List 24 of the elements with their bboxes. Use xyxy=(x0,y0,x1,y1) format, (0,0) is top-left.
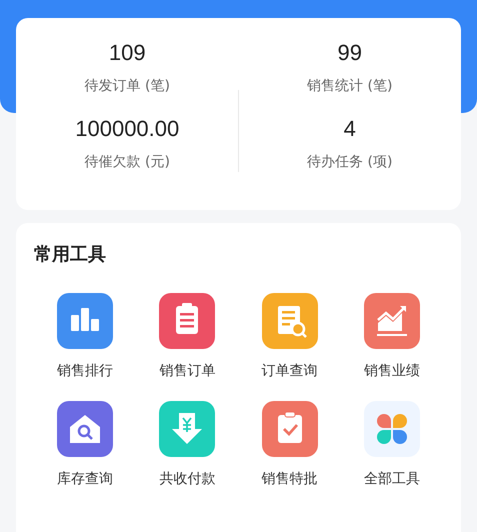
stat-value: 4 xyxy=(344,116,356,142)
tool-label[interactable]: 销售排行 xyxy=(57,361,114,381)
tool-label[interactable]: 全部工具 xyxy=(364,469,420,489)
document-search-icon[interactable] xyxy=(262,293,318,349)
tool-label[interactable]: 订单查询 xyxy=(262,361,318,381)
house-search-icon[interactable] xyxy=(57,401,114,457)
tool-label[interactable]: 销售业绩 xyxy=(364,361,420,381)
podium-icon[interactable] xyxy=(57,293,114,349)
stat-label: 待发订单 (笔) xyxy=(84,77,170,96)
clipboard-icon[interactable] xyxy=(159,293,216,349)
tool-label[interactable]: 库存查询 xyxy=(57,469,114,489)
stat-value: 100000.00 xyxy=(75,116,180,142)
tool-label[interactable]: 共收付款 xyxy=(159,469,216,489)
clipboard-check-icon[interactable] xyxy=(262,401,318,457)
stat-label: 销售统计 (笔) xyxy=(307,77,392,96)
stat-value: 109 xyxy=(108,40,146,66)
stat-label: 待办任务 (项) xyxy=(307,153,392,172)
trend-chart-icon[interactable] xyxy=(364,293,420,349)
section-title: 常用工具 xyxy=(34,243,106,267)
stat-value: 99 xyxy=(338,40,362,66)
tool-label[interactable]: 销售订单 xyxy=(159,361,216,381)
petals-icon[interactable] xyxy=(364,401,420,457)
tool-label[interactable]: 销售特批 xyxy=(262,469,318,489)
stat-label: 待催欠款 (元) xyxy=(84,153,170,172)
